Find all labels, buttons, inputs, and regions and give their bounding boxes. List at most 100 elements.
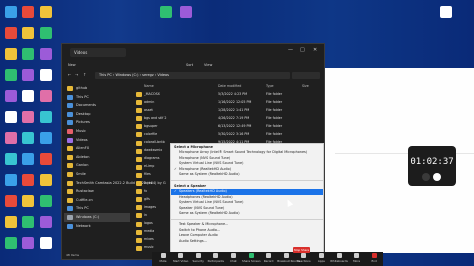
desktop-shortcut-icon[interactable] [22,216,34,228]
desktop-shortcut-icon[interactable] [160,6,172,18]
toolbar-button[interactable]: End [365,252,383,266]
desktop-shortcut-icon[interactable] [40,174,52,186]
sidebar-item[interactable]: Ableton [64,153,130,162]
sidebar-item[interactable]: Music [64,127,130,136]
toolbar-button[interactable]: Share Screen [242,252,261,266]
desktop-shortcut-icon[interactable] [5,153,17,165]
desktop-shortcut-icon[interactable] [40,27,52,39]
file-name: in [144,212,148,217]
sidebar-item[interactable]: Documents [64,101,130,110]
view-button[interactable]: View [204,63,212,67]
desktop-shortcut-icon[interactable] [22,132,34,144]
desktop-shortcut-icon[interactable] [22,153,34,165]
desktop-shortcut-icon[interactable] [5,216,17,228]
whiteboard-icon [336,253,342,258]
desktop-shortcut-icon[interactable] [40,6,52,18]
toolbar-button[interactable]: Breakout Rooms [277,252,300,266]
sidebar-item[interactable]: Pictures [64,118,130,127]
desktop-shortcut-icon[interactable] [22,174,34,186]
desktop-shortcut-icon[interactable] [40,69,52,81]
sidebar-item[interactable]: Desktop [64,110,130,119]
back-icon[interactable]: ← [68,72,71,77]
desktop-shortcut-icon[interactable] [22,69,34,81]
sidebar-item[interactable]: TechSmith Camtasia 2022.2 Build 48/22 (x… [64,179,166,188]
table-row[interactable]: _MACOSX 5/3/2022 4:23 PM File folder [134,90,322,98]
toolbar-button[interactable]: Chat [224,252,242,266]
sidebar-item[interactable]: github [64,84,130,93]
desktop-shortcut-icon[interactable] [5,237,17,249]
microphone-option[interactable]: Same as System (RealtekHD Audio) [171,172,323,178]
toolbar-button[interactable]: Start Video [172,252,190,266]
toolbar-button[interactable]: Security [189,252,207,266]
sidebar-item[interactable]: This PC [64,204,130,213]
table-row[interactable]: admin 1/16/2022 12:05 PM File folder [134,98,322,106]
toolbar-button[interactable]: Record [260,252,278,266]
desktop-shortcut-icon[interactable] [5,111,17,123]
desktop-shortcut-icon[interactable] [5,27,17,39]
minimize-button[interactable]: — [288,47,293,53]
toolbar-button[interactable]: Mute [154,252,172,266]
sidebar-item[interactable]: Network [64,222,130,231]
sidebar-item[interactable]: Ganlon [64,161,130,170]
forward-icon[interactable]: → [75,72,78,77]
desktop-shortcut-icon[interactable] [5,195,17,207]
toolbar-button[interactable]: Apps [312,252,330,266]
column-type[interactable]: Type [266,84,274,88]
sidebar-item[interactable]: Smile [64,170,130,179]
desktop-shortcut-icon[interactable] [440,6,452,18]
desktop-shortcut-icon[interactable] [22,195,34,207]
desktop-shortcut-icon[interactable] [5,6,17,18]
toolbar-button[interactable]: Participants [207,252,225,266]
desktop-shortcut-icon[interactable] [5,174,17,186]
desktop-shortcut-icon[interactable] [180,6,192,18]
up-icon[interactable]: ↑ [83,72,86,77]
sidebar-item[interactable]: Rustaclaw [64,187,130,196]
sort-button[interactable]: Sort [186,63,193,67]
sidebar-item[interactable]: Videos [64,136,130,145]
desktop-shortcut-icon[interactable] [22,48,34,60]
desktop-shortcut-icon[interactable] [22,237,34,249]
desktop-shortcut-icon[interactable] [22,111,34,123]
sidebar-item[interactable]: Windows (C:) [64,212,130,222]
toolbar-button[interactable]: Whiteboards [330,252,348,266]
sidebar-item[interactable]: AlienFX [64,144,130,153]
table-row[interactable]: colorfile 5/30/2022 3:16 PM File folder [134,130,322,138]
column-name[interactable]: Name [144,84,154,88]
reset-icon[interactable] [433,173,441,181]
folder-icon [136,213,142,219]
toolbar-button[interactable]: Reactions [295,252,313,266]
pause-icon[interactable] [422,173,430,181]
table-row[interactable]: bgsuper 6/13/2022 12:49 PM File folder [134,122,322,130]
desktop-shortcut-icon[interactable] [22,27,34,39]
stop-share-button[interactable]: Stop Share [293,247,310,253]
sidebar-item[interactable]: This PC [64,93,130,102]
table-row[interactable]: bgs and stlf 2 4/26/2022 7:19 PM File fold… [134,114,322,122]
maximize-button[interactable]: □ [300,47,305,53]
new-button[interactable]: New [68,63,76,67]
column-date[interactable]: Date modified [218,84,241,88]
desktop-shortcut-icon[interactable] [40,153,52,165]
desktop-shortcut-icon[interactable] [40,132,52,144]
desktop-shortcut-icon[interactable] [5,132,17,144]
desktop-shortcut-icon[interactable] [40,237,52,249]
desktop-shortcut-icon[interactable] [40,216,52,228]
desktop-shortcut-icon[interactable] [22,90,34,102]
desktop-shortcut-icon[interactable] [40,195,52,207]
desktop-shortcut-icon[interactable] [5,90,17,102]
desktop-shortcut-icon[interactable] [40,90,52,102]
sidebar-item[interactable]: Cutfile-cn [64,196,130,205]
desktop-shortcut-icon[interactable] [5,48,17,60]
toolbar-button[interactable]: More [348,252,366,266]
column-size[interactable]: Size [302,84,309,88]
address-bar[interactable]: This PC › Windows (C:) › seregz › Videos [95,72,290,79]
desktop-shortcut-icon[interactable] [5,69,17,81]
close-button[interactable]: ✕ [313,47,317,53]
speaker-option[interactable]: Same as System (RealtekHD Audio) [171,211,323,217]
desktop-shortcut-icon[interactable] [22,6,34,18]
tab-videos[interactable]: Videos [70,48,126,57]
desktop-shortcut-icon[interactable] [40,48,52,60]
audio-action-item[interactable]: Audio Settings... [171,239,323,245]
table-row[interactable]: asset 1/28/2022 1:41 PM File folder [134,106,322,114]
search-input[interactable] [292,72,320,79]
desktop-shortcut-icon[interactable] [40,111,52,123]
